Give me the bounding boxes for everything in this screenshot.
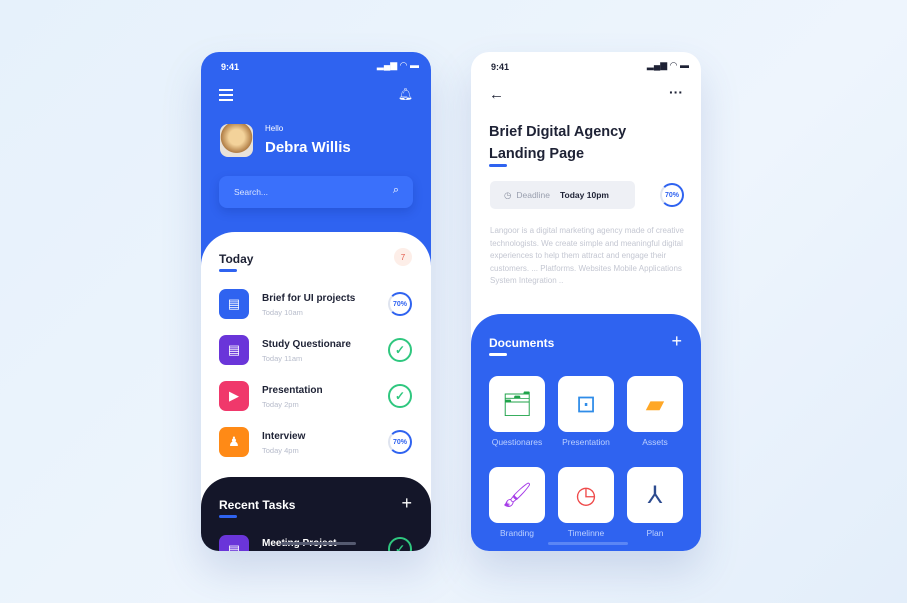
greeting: Hello <box>265 124 284 133</box>
home-indicator <box>281 542 356 545</box>
search-icon[interactable]: ⌕ <box>393 184 399 197</box>
status-time: 9:41 <box>491 62 510 72</box>
title-line: Landing Page <box>489 146 585 162</box>
document-label: Presentation <box>562 437 610 447</box>
recent-tasks-panel: Recent Tasks + ▤ Meeting Project ✓ <box>201 477 431 551</box>
document-label: Branding <box>499 528 535 538</box>
title-line: Brief Digital Agency <box>489 124 627 140</box>
document-icon: ▤ <box>219 289 249 319</box>
title-underline <box>489 164 507 167</box>
menu-icon[interactable] <box>219 89 233 101</box>
title-underline <box>219 515 237 518</box>
pdf-icon[interactable]: ⅄ <box>627 467 683 523</box>
project-description: Langoor is a digital marketing agency ma… <box>490 226 684 286</box>
add-document-button[interactable]: + <box>671 331 682 352</box>
check-icon[interactable]: ✓ <box>388 384 412 408</box>
progress-ring: 70% <box>388 430 412 454</box>
brush-icon[interactable]: 🖌︎ <box>489 467 545 523</box>
documents-title: Documents <box>489 336 555 350</box>
title-underline <box>489 353 507 356</box>
search-input[interactable]: Search... ⌕ <box>219 176 413 208</box>
today-count-badge: 7 <box>394 248 412 266</box>
bell-icon[interactable]: 🔔︎ <box>398 87 413 101</box>
user-name: Debra Willis <box>265 139 351 156</box>
more-icon[interactable]: ··· <box>669 84 683 100</box>
status-time: 9:41 <box>221 62 240 72</box>
task-time: Today 10am <box>262 308 303 317</box>
home-indicator <box>548 542 628 545</box>
add-task-button[interactable]: + <box>401 493 412 514</box>
deadline-value: Today 10pm <box>559 190 609 200</box>
search-placeholder: Search... <box>234 187 269 197</box>
task-title: Interview <box>262 431 306 442</box>
title-underline <box>219 269 237 272</box>
folder-document-icon[interactable]: 🗂︎ <box>489 376 545 432</box>
document-icon: ▤ <box>219 335 249 365</box>
avatar[interactable] <box>220 124 253 157</box>
check-icon[interactable]: ✓ <box>388 537 412 551</box>
detail-screen: 9:41 ▂▄▆ ◠ ▬ ← ··· Brief Digital Agency … <box>471 52 701 551</box>
deadline-label: Deadline <box>516 190 550 200</box>
document-label: Assets <box>642 437 668 447</box>
task-title: Brief for UI projects <box>262 293 356 304</box>
documents-panel: Documents + 🗂︎ Questionares ⊡ Presentati… <box>471 314 701 551</box>
recent-title: Recent Tasks <box>219 498 296 512</box>
document-label: Plan <box>646 528 664 538</box>
check-icon[interactable]: ✓ <box>388 338 412 362</box>
today-title: Today <box>219 252 254 266</box>
people-icon: ♟ <box>219 427 249 457</box>
document-label: Timelinne <box>567 528 605 538</box>
project-title: Brief Digital Agency Landing Page <box>489 121 626 165</box>
timeline-icon[interactable]: ◷ <box>558 467 614 523</box>
folder-icon[interactable]: ▰ <box>627 376 683 432</box>
progress-ring: 70% <box>388 292 412 316</box>
status-icons: ▂▄▆ ◠ ▬ <box>376 60 419 70</box>
deadline-chip: ◷ Deadline Today 10pm <box>490 181 635 209</box>
clock-icon: ◷ <box>504 189 512 200</box>
task-time: Today 11am <box>262 354 303 363</box>
task-time: Today 2pm <box>262 400 299 409</box>
task-time: Today 4pm <box>262 446 299 455</box>
presentation-icon[interactable]: ⊡ <box>558 376 614 432</box>
home-screen: 9:41 ▂▄▆ ◠ ▬ 🔔︎ Hello Debra Willis Searc… <box>201 52 431 551</box>
presentation-icon: ▶ <box>219 381 249 411</box>
back-arrow-icon[interactable]: ← <box>489 86 504 103</box>
document-icon: ▤ <box>219 535 249 551</box>
progress-ring: 70% <box>660 183 684 207</box>
document-label: Questionares <box>491 437 543 447</box>
task-title: Presentation <box>262 385 323 396</box>
status-icons: ▂▄▆ ◠ ▬ <box>646 60 689 70</box>
task-title: Study Questionare <box>262 339 351 350</box>
